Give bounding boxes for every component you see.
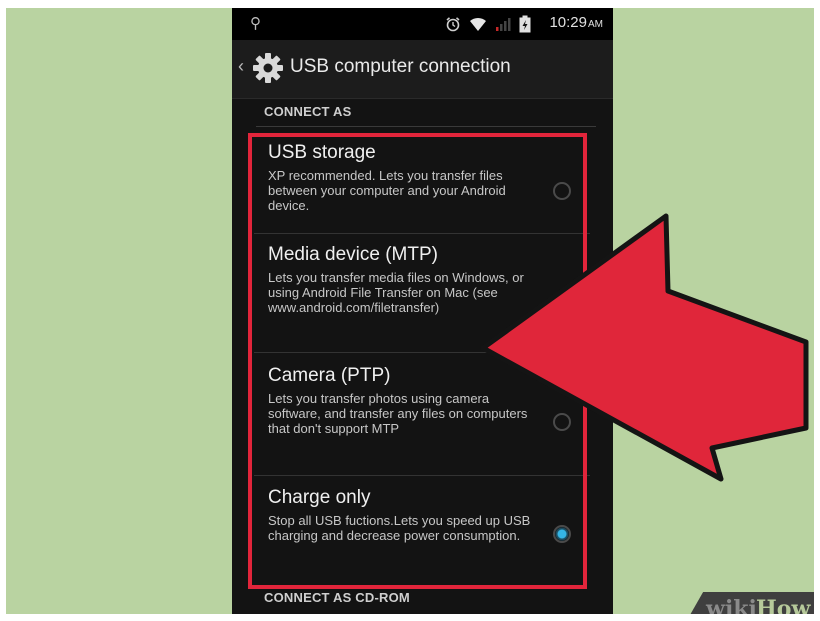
wikihow-illustration-frame: ⚲ 10:29AM ‹ USB computer connection CONN… [6,8,814,614]
watermark-how: How [756,596,811,614]
watermark-wiki: wiki [706,596,757,614]
pointer-arrow-icon [480,213,809,482]
wikihow-watermark: wiki How [682,592,814,614]
